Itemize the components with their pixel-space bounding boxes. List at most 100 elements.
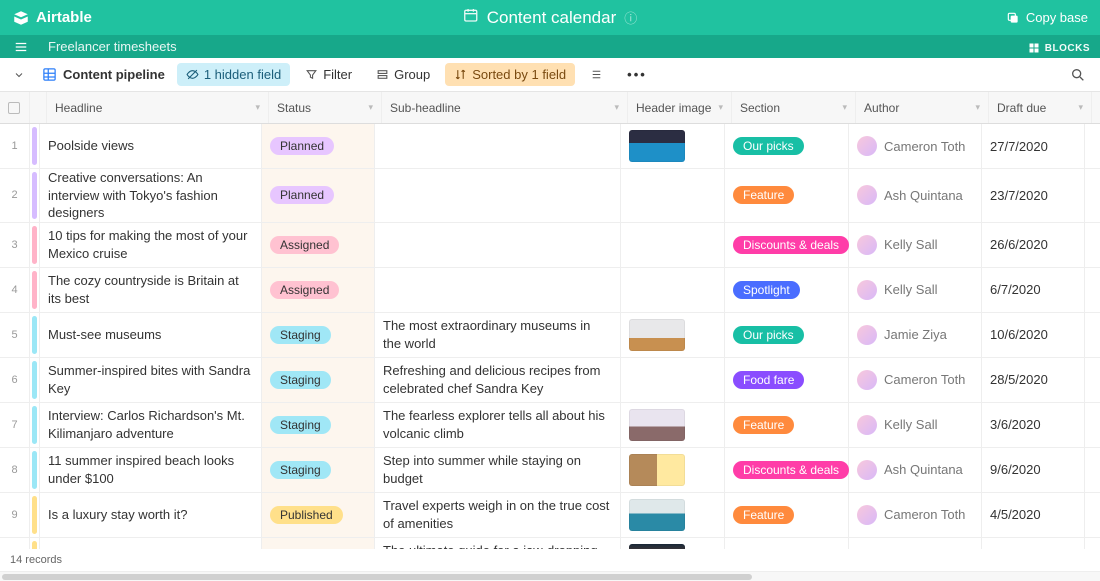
cell-headline[interactable]: The cozy countryside is Britain at its b…: [40, 268, 262, 312]
cell-section[interactable]: Discounts & deals: [725, 448, 849, 492]
cell-subheadline[interactable]: The ultimate guide for a jaw-dropping jo…: [375, 538, 621, 549]
cell-subheadline[interactable]: [375, 169, 621, 222]
cell-header-image[interactable]: [621, 403, 725, 447]
hidden-fields-button[interactable]: 1 hidden field: [177, 63, 290, 86]
cell-author[interactable]: Kelly Sall: [849, 403, 982, 447]
cell-draft-due[interactable]: 26/6/2020: [982, 223, 1085, 267]
cell-section[interactable]: Feature: [725, 169, 849, 222]
cell-subheadline[interactable]: Travel experts weigh in on the true cost…: [375, 493, 621, 537]
table-tab[interactable]: Freelancer timesheets: [34, 35, 191, 58]
col-subheadline[interactable]: Sub-headline▾: [382, 92, 628, 123]
table-row[interactable]: 811 summer inspired beach looks under $1…: [0, 448, 1100, 493]
cell-header-image[interactable]: [621, 268, 725, 312]
cell-author[interactable]: Ash Quintana: [849, 538, 982, 549]
cell-draft-due[interactable]: 9/6/2020: [982, 448, 1085, 492]
chevron-down-icon[interactable]: ▾: [1078, 102, 1083, 113]
cell-status[interactable]: Planned: [262, 169, 375, 222]
cell-headline[interactable]: 10 tips for making the most of your Mexi…: [40, 223, 262, 267]
cell-draft-due[interactable]: 10/6/2020: [982, 313, 1085, 357]
cell-author[interactable]: Kelly Sall: [849, 223, 982, 267]
row-number[interactable]: 9: [0, 493, 30, 537]
cell-header-image[interactable]: [621, 313, 725, 357]
cell-draft-due[interactable]: 4/5/2020: [982, 493, 1085, 537]
table-row[interactable]: 310 tips for making the most of your Mex…: [0, 223, 1100, 268]
col-draft-due[interactable]: Draft due▾: [989, 92, 1092, 123]
filter-button[interactable]: Filter: [296, 63, 361, 86]
chevron-down-icon[interactable]: ▾: [614, 102, 619, 113]
cell-draft-due[interactable]: 28/5/2020: [982, 358, 1085, 402]
cell-subheadline[interactable]: [375, 268, 621, 312]
row-number[interactable]: 7: [0, 403, 30, 447]
row-number[interactable]: 3: [0, 223, 30, 267]
cell-author[interactable]: Cameron Toth: [849, 493, 982, 537]
cell-draft-due[interactable]: 27/7/2020: [982, 124, 1085, 168]
more-options-button[interactable]: •••: [618, 63, 656, 86]
cell-subheadline[interactable]: Refreshing and delicious recipes from ce…: [375, 358, 621, 402]
table-menu-button[interactable]: [8, 35, 34, 58]
cell-author[interactable]: Kelly Sall: [849, 268, 982, 312]
view-switcher[interactable]: Content pipeline: [36, 63, 171, 86]
cell-header-image[interactable]: [621, 169, 725, 222]
blocks-button[interactable]: BLOCKS: [1028, 42, 1090, 58]
table-row[interactable]: 6Summer-inspired bites with Sandra KeySt…: [0, 358, 1100, 403]
row-height-button[interactable]: [581, 64, 612, 85]
cell-author[interactable]: Ash Quintana: [849, 169, 982, 222]
cell-section[interactable]: Food fare: [725, 358, 849, 402]
col-header-image[interactable]: Header image▾: [628, 92, 732, 123]
table-row[interactable]: 7Interview: Carlos Richardson's Mt. Kili…: [0, 403, 1100, 448]
cell-header-image[interactable]: [621, 448, 725, 492]
row-number[interactable]: 1: [0, 124, 30, 168]
base-title[interactable]: Content calendar ⓘ: [463, 7, 638, 28]
chevron-down-icon[interactable]: ▾: [975, 102, 980, 113]
cell-section[interactable]: Feature: [725, 403, 849, 447]
cell-author[interactable]: Cameron Toth: [849, 358, 982, 402]
cell-header-image[interactable]: [621, 223, 725, 267]
table-row[interactable]: 10 Diggin' the MaldivesPublishedThe ultim…: [0, 538, 1100, 549]
cell-status[interactable]: Assigned: [262, 223, 375, 267]
col-status[interactable]: Status▾: [269, 92, 382, 123]
chevron-down-icon[interactable]: ▾: [368, 102, 373, 113]
search-button[interactable]: [1064, 67, 1092, 83]
cell-status[interactable]: Staging: [262, 358, 375, 402]
views-menu-button[interactable]: [8, 69, 30, 81]
cell-draft-due[interactable]: 6/7/2020: [982, 268, 1085, 312]
table-row[interactable]: 2Creative conversations: An interview wi…: [0, 169, 1100, 223]
chevron-down-icon[interactable]: ▾: [255, 102, 260, 113]
row-number[interactable]: 6: [0, 358, 30, 402]
cell-author[interactable]: Cameron Toth: [849, 124, 982, 168]
cell-status[interactable]: Published: [262, 493, 375, 537]
cell-draft-due[interactable]: 20/5/2020: [982, 538, 1085, 549]
cell-header-image[interactable]: [621, 493, 725, 537]
row-number[interactable]: 4: [0, 268, 30, 312]
cell-headline[interactable]: Poolside views: [40, 124, 262, 168]
logo[interactable]: Airtable: [12, 9, 92, 27]
scrollbar-thumb[interactable]: [2, 574, 752, 580]
cell-section[interactable]: Discounts & deals: [725, 223, 849, 267]
cell-subheadline[interactable]: [375, 124, 621, 168]
row-number[interactable]: 5: [0, 313, 30, 357]
cell-status[interactable]: Published: [262, 538, 375, 549]
table-row[interactable]: 9Is a luxury stay worth it?PublishedTrav…: [0, 493, 1100, 538]
cell-author[interactable]: Ash Quintana: [849, 448, 982, 492]
cell-subheadline[interactable]: Step into summer while staying on budget: [375, 448, 621, 492]
cell-headline[interactable]: Diggin' the Maldives: [40, 538, 262, 549]
cell-headline[interactable]: Summer-inspired bites with Sandra Key: [40, 358, 262, 402]
cell-draft-due[interactable]: 23/7/2020: [982, 169, 1085, 222]
info-icon[interactable]: ⓘ: [624, 8, 637, 27]
cell-section[interactable]: Our picks: [725, 313, 849, 357]
cell-section[interactable]: Spotlight: [725, 268, 849, 312]
cell-section[interactable]: Feature: [725, 493, 849, 537]
row-number[interactable]: 10: [0, 538, 30, 549]
sort-button[interactable]: Sorted by 1 field: [445, 63, 575, 86]
chevron-down-icon[interactable]: ▾: [718, 102, 723, 113]
row-number[interactable]: 8: [0, 448, 30, 492]
col-author[interactable]: Author▾: [856, 92, 989, 123]
table-row[interactable]: 1Poolside viewsPlannedOur picksCameron T…: [0, 124, 1100, 169]
cell-author[interactable]: Jamie Ziya: [849, 313, 982, 357]
cell-subheadline[interactable]: The most extraordinary museums in the wo…: [375, 313, 621, 357]
cell-draft-due[interactable]: 3/6/2020: [982, 403, 1085, 447]
cell-headline[interactable]: Must-see museums: [40, 313, 262, 357]
cell-headline[interactable]: 11 summer inspired beach looks under $10…: [40, 448, 262, 492]
copy-base-button[interactable]: Copy base: [1006, 10, 1088, 25]
cell-subheadline[interactable]: The fearless explorer tells all about hi…: [375, 403, 621, 447]
